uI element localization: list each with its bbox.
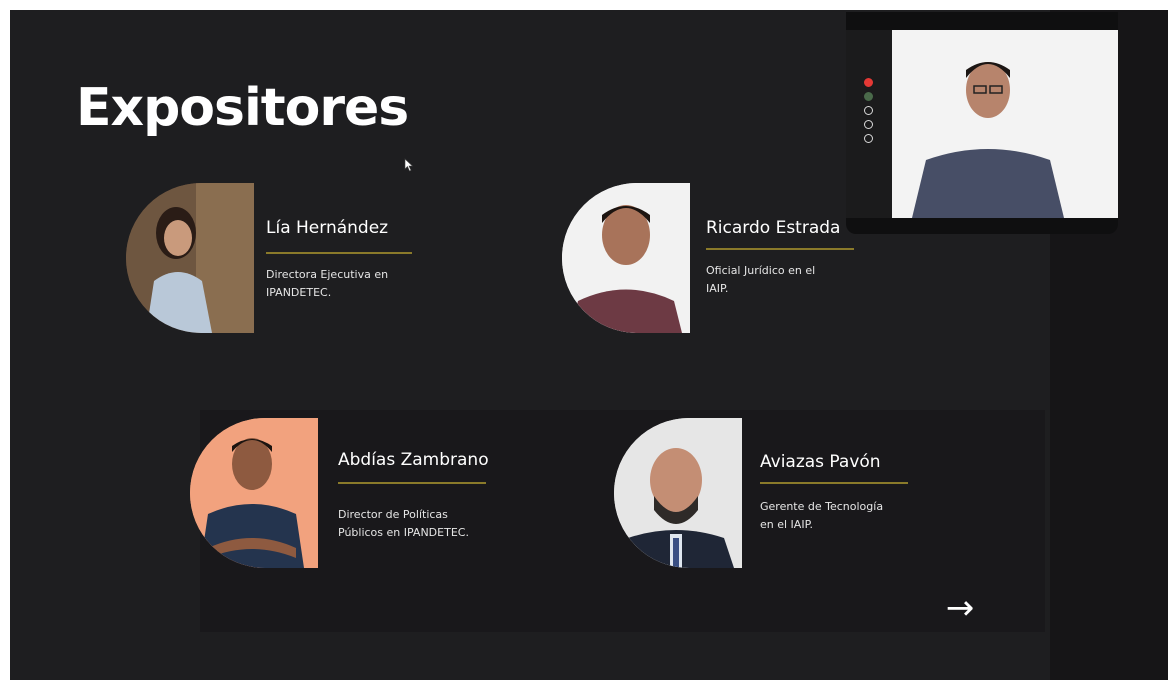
role-line: IAIP.	[706, 282, 729, 295]
speaker-role: Gerente de Tecnología en el IAIP.	[760, 498, 930, 534]
name-divider	[760, 482, 908, 484]
refresh-icon[interactable]	[864, 106, 873, 115]
name-divider	[266, 252, 412, 254]
role-line: Públicos en IPANDETEC.	[338, 526, 469, 539]
role-line: Oficial Jurídico en el	[706, 264, 816, 277]
person-icon[interactable]	[864, 92, 873, 101]
speaker-name: Aviazas Pavón	[760, 452, 881, 472]
role-line: Director de Políticas	[338, 508, 448, 521]
speaker-name: Lía Hernández	[266, 218, 389, 238]
speaker-role: Director de Políticas Públicos en IPANDE…	[338, 506, 508, 542]
circle-icon[interactable]	[864, 134, 873, 143]
page-title: Expositores	[76, 78, 409, 138]
name-divider	[338, 482, 486, 484]
video-call-window[interactable]	[846, 12, 1118, 234]
role-line: Gerente de Tecnología	[760, 500, 884, 513]
speaker-name: Abdías Zambrano	[338, 450, 489, 470]
speaker-role: Oficial Jurídico en el IAIP.	[706, 262, 876, 298]
role-line: Directora Ejecutiva en	[266, 268, 389, 281]
mouse-cursor-icon	[404, 158, 414, 172]
next-slide-button[interactable]: →	[934, 588, 986, 628]
role-line: en el IAIP.	[760, 518, 813, 531]
name-divider	[706, 248, 854, 250]
role-line: IPANDETEC.	[266, 286, 332, 299]
circle-icon[interactable]	[864, 120, 873, 129]
speaker-name: Ricardo Estrada	[706, 218, 841, 238]
speaker-role: Directora Ejecutiva en IPANDETEC.	[266, 266, 436, 302]
record-icon[interactable]	[864, 78, 873, 87]
participant-portrait-icon	[892, 30, 1118, 218]
video-controls-sidebar	[846, 30, 892, 218]
participant-video-feed	[892, 30, 1118, 218]
